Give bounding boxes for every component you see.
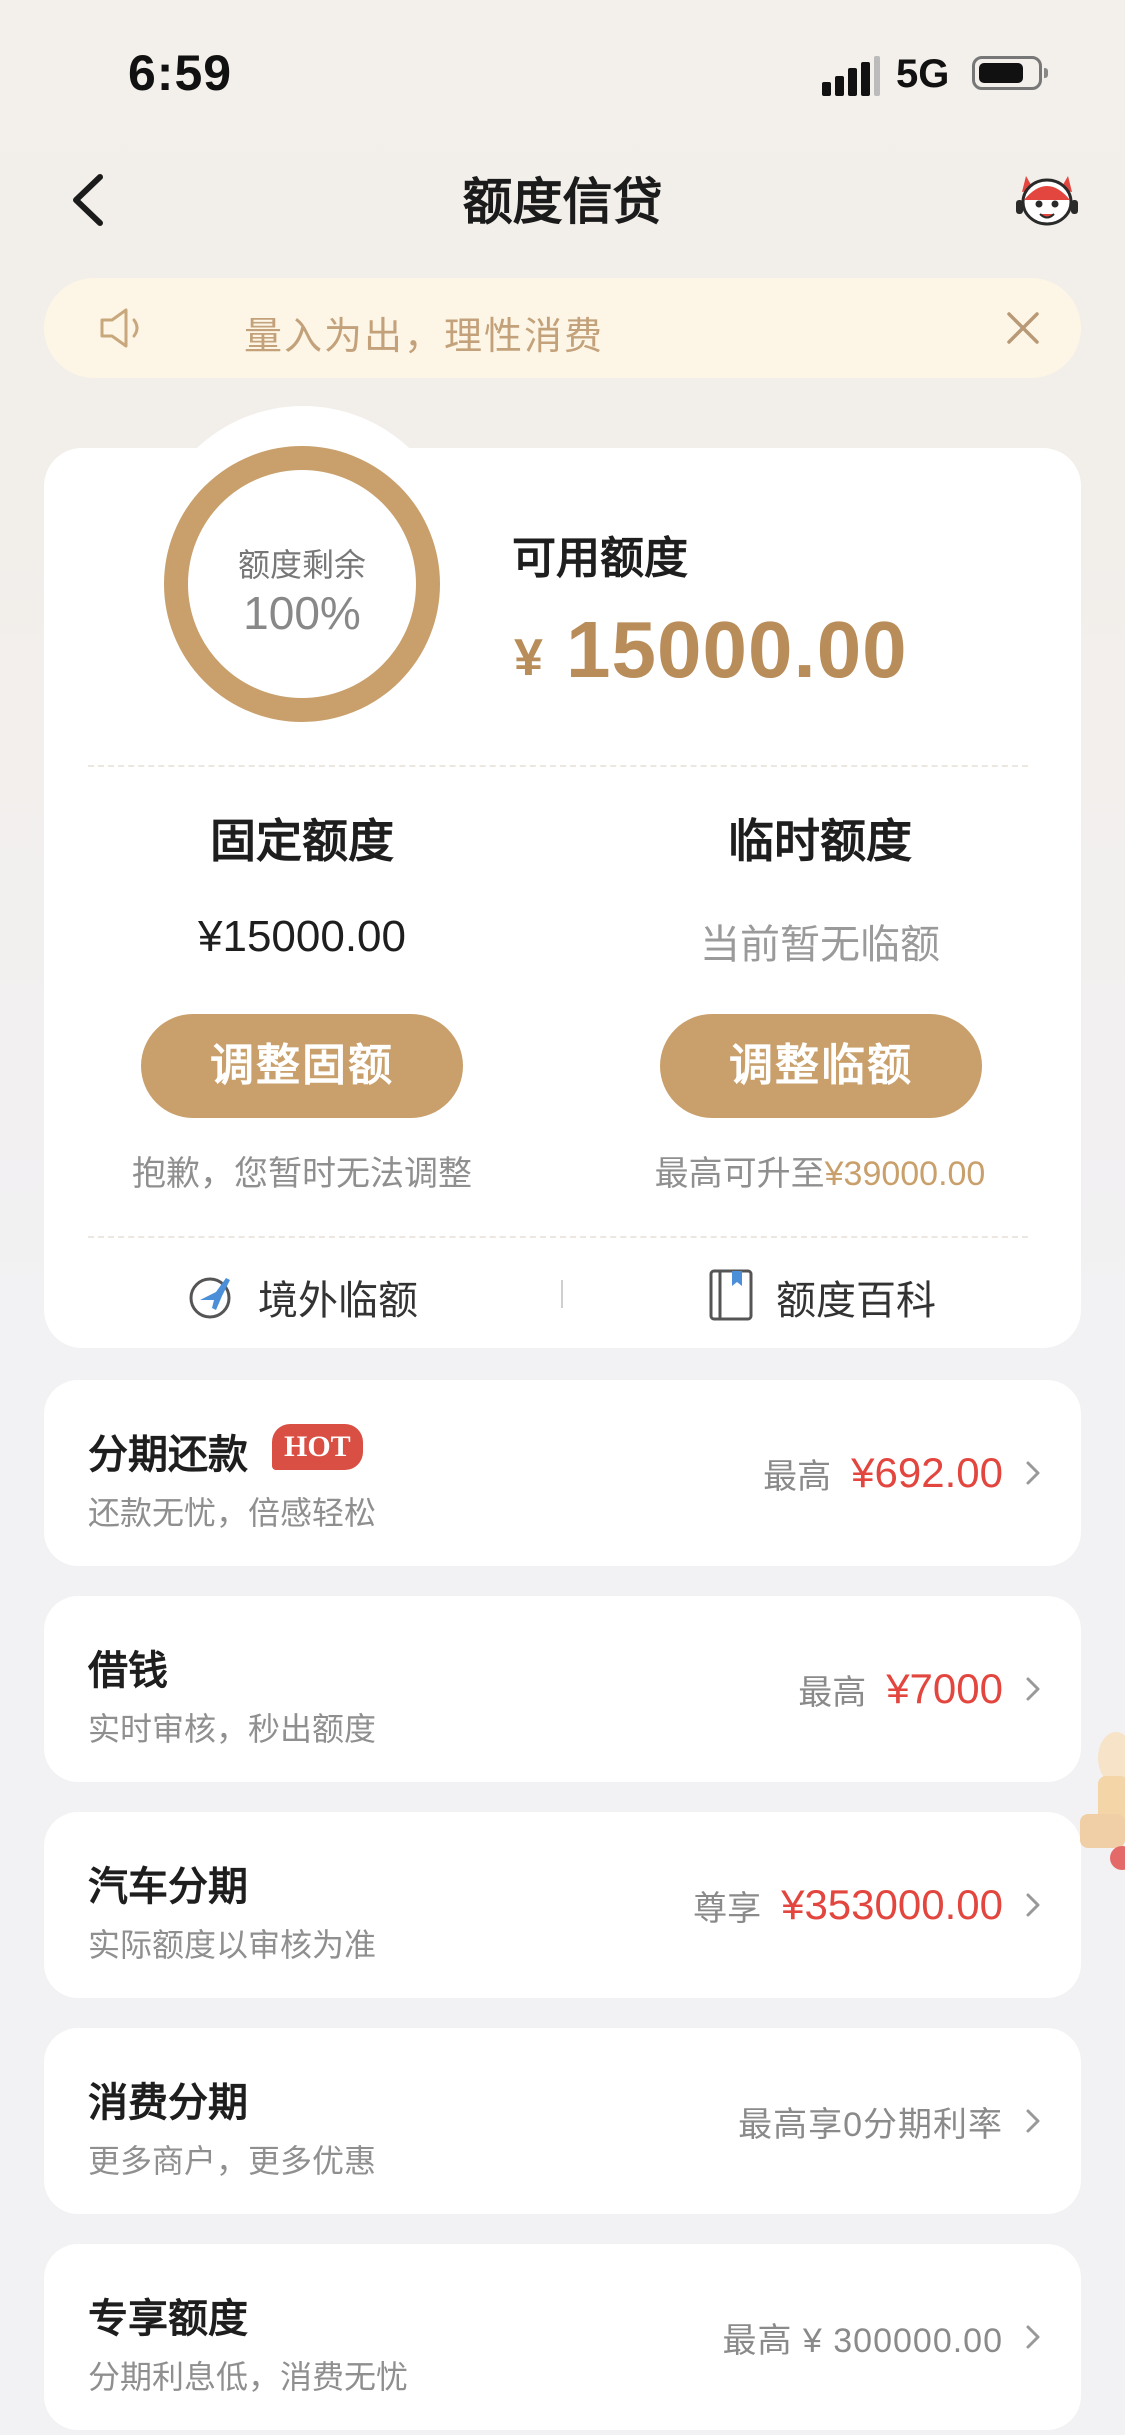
notice-text: 量入为出，理性消费 xyxy=(244,316,605,358)
product-amount: ¥692.00 xyxy=(851,1449,1003,1496)
product-subtitle: 分期利息低，消费无忧 xyxy=(88,2359,409,2395)
overseas-limit-link[interactable]: 境外临额 xyxy=(186,1264,426,1324)
ring-value: 100% xyxy=(243,587,361,639)
link-separator xyxy=(561,1280,563,1308)
chevron-right-icon xyxy=(1026,1677,1040,1701)
divider xyxy=(88,1236,1028,1238)
overseas-limit-label: 境外临额 xyxy=(258,1279,418,1323)
product-title: 分期还款 xyxy=(88,1433,248,1477)
page-title: 额度信贷 xyxy=(462,174,663,230)
page: 6:59 5G 额度信贷 量入为出，理性消费 额度剩余 100% 可用额度 ¥ … xyxy=(0,0,1125,2435)
hot-badge: HOT xyxy=(272,1424,363,1470)
ring-label: 额度剩余 xyxy=(237,547,366,583)
product-desc: 最高享0分期利率 xyxy=(738,2105,1003,2144)
chevron-right-icon xyxy=(1026,2109,1040,2133)
product-subtitle: 实时审核，秒出额度 xyxy=(88,1711,377,1747)
product-offer: 尊享 ¥353000.00 xyxy=(693,1812,1003,1998)
product-amount: ¥7000 xyxy=(886,1665,1003,1712)
temp-note-amount: ¥39000.00 xyxy=(824,1155,986,1193)
status-time: 6:59 xyxy=(128,45,233,101)
product-subtitle: 更多商户，更多优惠 xyxy=(88,2143,377,2179)
product-title: 专享额度 xyxy=(88,2297,248,2341)
notice-bar: 量入为出，理性消费 xyxy=(44,278,1081,378)
network-label: 5G xyxy=(896,52,950,96)
mascot-icon xyxy=(1016,176,1078,226)
battery-icon xyxy=(972,56,1048,90)
temp-limit-note: 最高可升至¥39000.00 xyxy=(590,1146,1050,1195)
available-amount: 15000.00 xyxy=(566,605,908,694)
product-amount: ¥353000.00 xyxy=(781,1881,1003,1928)
product-exclusive-limit[interactable]: 专享额度 分期利息低，消费无忧 最高 ¥ 300000.00 xyxy=(44,2244,1081,2430)
product-title: 借钱 xyxy=(88,1649,168,1693)
product-desc: 最高 ¥ 300000.00 xyxy=(722,2321,1003,2360)
status-bar: 6:59 5G xyxy=(0,0,1125,140)
product-subtitle: 还款无忧，倍感轻松 xyxy=(88,1495,377,1531)
speaker-icon xyxy=(100,308,139,348)
signal-icon xyxy=(822,56,880,96)
fixed-limit-title: 固定额度 xyxy=(210,815,394,867)
available-currency: ¥ xyxy=(514,629,543,687)
product-consumer-installment[interactable]: 消费分期 更多商户，更多优惠 最高享0分期利率 xyxy=(44,2028,1081,2214)
fixed-limit-note: 抱歉，您暂时无法调整 xyxy=(132,1155,472,1193)
chevron-right-icon xyxy=(1026,1893,1040,1917)
temp-limit-title: 临时额度 xyxy=(728,815,912,867)
product-offer: 最高 ¥7000 xyxy=(798,1596,1003,1782)
product-offer: 最高 ¥ 300000.00 xyxy=(722,2244,1003,2430)
product-title: 汽车分期 xyxy=(88,1865,248,1909)
floating-promo-widget[interactable] xyxy=(1076,1718,1125,1878)
temp-note-prefix: 最高可升至 xyxy=(654,1155,825,1193)
adjust-fixed-button[interactable]: 调整固额 xyxy=(141,1014,463,1118)
available-label: 可用额度 xyxy=(512,534,688,583)
adjust-temp-button[interactable]: 调整临额 xyxy=(660,1014,982,1118)
product-subtitle: 实际额度以审核为准 xyxy=(88,1927,377,1963)
close-icon xyxy=(1007,312,1039,344)
book-icon xyxy=(709,1269,753,1321)
divider xyxy=(88,765,1028,767)
product-prefix: 最高 xyxy=(763,1457,832,1496)
product-prefix: 尊享 xyxy=(693,1889,762,1928)
limit-wiki-link[interactable]: 额度百科 xyxy=(708,1264,948,1324)
fixed-limit-value: ¥15000.00 xyxy=(198,912,406,961)
gift-icon xyxy=(1080,1732,1125,1870)
limit-wiki-label: 额度百科 xyxy=(776,1279,936,1323)
product-title: 消费分期 xyxy=(88,2081,248,2125)
chevron-right-icon xyxy=(1026,1461,1040,1485)
product-prefix: 最高 xyxy=(798,1673,867,1712)
product-offer: 最高享0分期利率 xyxy=(738,2028,1003,2214)
customer-service-button[interactable] xyxy=(1012,166,1082,230)
chevron-right-icon xyxy=(1026,2325,1040,2349)
product-offer: 最高 ¥692.00 xyxy=(763,1380,1003,1566)
plane-globe-icon xyxy=(189,1277,231,1319)
product-installment-repay[interactable]: 分期还款 HOT 还款无忧，倍感轻松 最高 ¥692.00 xyxy=(44,1380,1081,1566)
notice-close-button[interactable] xyxy=(1001,306,1045,350)
product-borrow[interactable]: 借钱 实时审核，秒出额度 最高 ¥7000 xyxy=(44,1596,1081,1782)
product-car-installment[interactable]: 汽车分期 实际额度以审核为准 尊享 ¥353000.00 xyxy=(44,1812,1081,1998)
temp-limit-value: 当前暂无临额 xyxy=(700,923,940,967)
